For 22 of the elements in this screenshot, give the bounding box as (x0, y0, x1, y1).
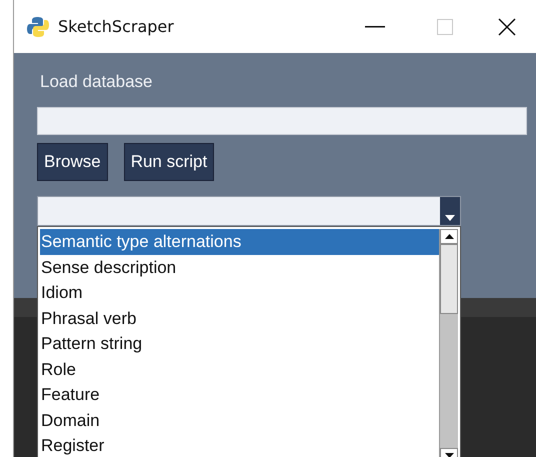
minimize-icon[interactable] (365, 26, 385, 28)
window-title: SketchScraper (58, 16, 174, 38)
run-script-button[interactable]: Run script (124, 143, 214, 181)
load-database-label: Load database (40, 71, 152, 93)
dropdown-option[interactable]: Domain (40, 408, 439, 433)
dropdown-option[interactable]: Sense description (40, 254, 439, 280)
caret-icon[interactable] (445, 215, 455, 221)
path-field[interactable] (37, 107, 527, 135)
scroll-up-icon[interactable] (444, 234, 454, 239)
dropdown-option[interactable]: Semantic type alternations (40, 229, 439, 254)
dropdown-option[interactable]: Role (40, 356, 439, 382)
scroll-down-icon[interactable] (444, 453, 454, 457)
browse-button[interactable]: Browse (37, 143, 108, 181)
close-icon[interactable] (498, 18, 516, 36)
python-logo-icon (26, 14, 50, 38)
combo-field[interactable] (37, 196, 461, 226)
dropdown-option[interactable]: Idiom (40, 280, 439, 306)
dropdown-option[interactable]: Phrasal verb (40, 306, 439, 331)
dropdown-option[interactable]: Feature (40, 382, 439, 408)
dropdown-option[interactable]: Register (40, 433, 439, 457)
scrollbar[interactable] (439, 229, 458, 457)
dropdown-option[interactable]: Pattern string (40, 331, 439, 356)
